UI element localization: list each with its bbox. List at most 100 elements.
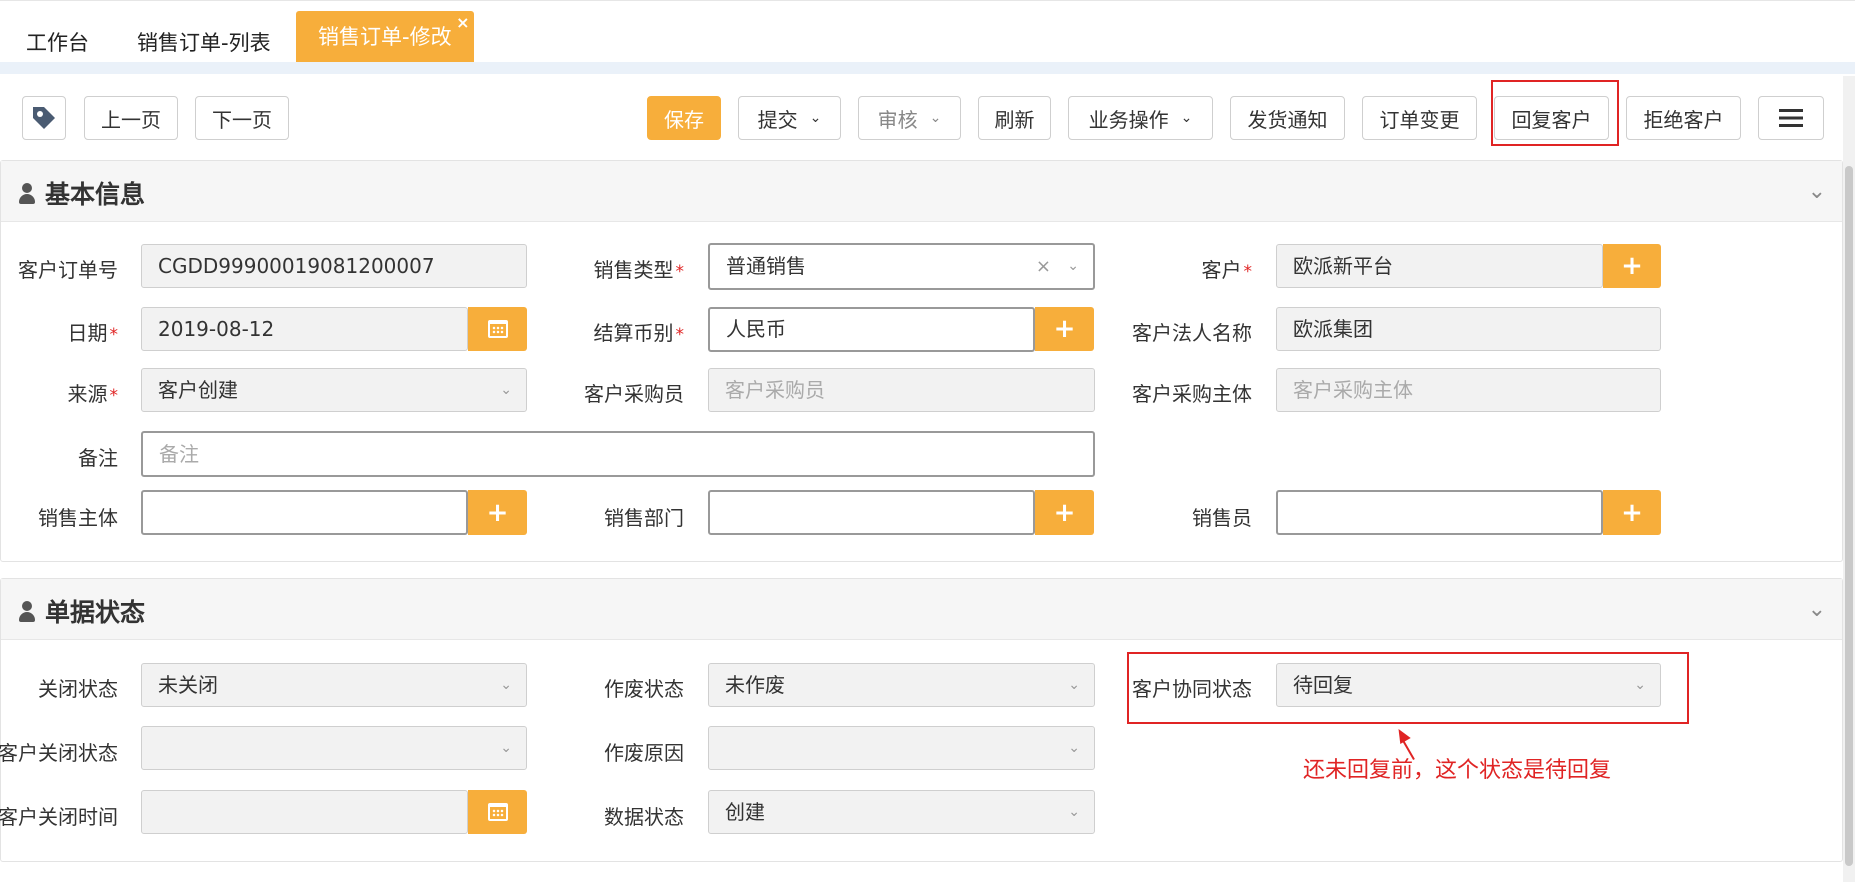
customer-field[interactable]: 欧派新平台 — [1276, 244, 1603, 288]
annotation-text: 还未回复前，这个状态是待回复 — [1303, 758, 1612, 783]
salesman-field[interactable] — [1276, 490, 1603, 535]
submit-label: 提交 — [757, 107, 798, 132]
cust-close-time-picker-button[interactable] — [468, 790, 527, 834]
plus-icon: + — [1621, 251, 1643, 281]
scrollbar[interactable] — [1843, 76, 1855, 882]
cust-close-status-label: 客户关闭状态 — [0, 741, 118, 765]
save-button[interactable]: 保存 — [647, 96, 721, 140]
date-field[interactable]: 2019-08-12 — [141, 307, 468, 351]
tab-sales-order-list[interactable]: 销售订单-列表 — [137, 27, 271, 57]
chevron-down-icon: ⌄ — [500, 740, 512, 756]
customer-order-no-label: 客户订单号 — [18, 258, 118, 282]
sales-dept-field[interactable] — [708, 490, 1035, 535]
document-status-header[interactable]: 单据状态 ⌄ — [1, 579, 1842, 640]
user-icon — [19, 601, 35, 623]
chevron-down-icon: ⌄ — [500, 677, 512, 693]
tab-strip — [0, 62, 1855, 74]
cust-close-status-select[interactable]: ⌄ — [141, 726, 527, 770]
remark-placeholder: 备注 — [159, 442, 199, 466]
salesman-label: 销售员 — [1192, 506, 1252, 530]
business-label: 业务操作 — [1088, 107, 1169, 132]
chevron-down-icon: ⌄ — [1180, 110, 1193, 126]
reject-customer-button[interactable]: 拒绝客户 — [1626, 96, 1741, 140]
currency-field[interactable]: 人民币 — [708, 307, 1035, 352]
add-customer-button[interactable]: + — [1603, 244, 1661, 288]
sales-type-label: 销售类型 * — [593, 258, 685, 282]
hamburger-icon — [1779, 109, 1803, 127]
customer-label: 客户 * — [1201, 258, 1253, 282]
plus-icon: + — [1621, 497, 1643, 528]
tab-sales-order-edit[interactable]: 销售订单-修改 × — [296, 11, 474, 63]
chevron-down-icon[interactable]: ⌄ — [1808, 179, 1826, 204]
audit-label: 审核 — [877, 107, 918, 132]
plus-icon: + — [486, 497, 509, 528]
tag-button[interactable] — [22, 96, 66, 140]
plus-icon: + — [1053, 497, 1076, 528]
buyer-placeholder: 客户采购员 — [725, 378, 825, 402]
close-status-label: 关闭状态 — [38, 677, 118, 701]
source-value: 客户创建 — [158, 378, 238, 402]
section-title: 单据状态 — [45, 598, 146, 627]
currency-label: 结算币别 * — [593, 321, 685, 345]
chevron-down-icon: ⌄ — [809, 110, 822, 126]
tab-label: 销售订单-修改 — [318, 25, 452, 49]
menu-button[interactable] — [1758, 96, 1824, 140]
order-change-button[interactable]: 订单变更 — [1362, 96, 1477, 140]
chevron-down-icon: ⌄ — [929, 110, 942, 126]
next-page-button[interactable]: 下一页 — [195, 96, 289, 140]
add-sales-entity-button[interactable]: + — [468, 490, 527, 535]
sales-type-select[interactable]: 普通销售 × ⌄ — [708, 243, 1095, 290]
chevron-down-icon: ⌄ — [500, 382, 512, 398]
buyer-field[interactable]: 客户采购员 — [708, 368, 1095, 412]
ship-notice-button[interactable]: 发货通知 — [1230, 96, 1345, 140]
cust-close-time-field[interactable] — [141, 790, 468, 834]
remark-input[interactable]: 备注 — [141, 431, 1095, 477]
buyer-label: 客户采购员 — [584, 382, 684, 406]
audit-button[interactable]: 审核 ⌄ — [858, 96, 961, 140]
refresh-button[interactable]: 刷新 — [978, 96, 1051, 140]
clear-icon[interactable]: × — [1036, 245, 1051, 288]
void-status-select[interactable]: 未作废 ⌄ — [708, 663, 1095, 707]
add-salesman-button[interactable]: + — [1603, 490, 1661, 535]
legal-name-field[interactable]: 欧派集团 — [1276, 307, 1661, 351]
purchase-entity-label: 客户采购主体 — [1132, 382, 1252, 406]
submit-button[interactable]: 提交 ⌄ — [738, 96, 841, 140]
sales-dept-label: 销售部门 — [604, 506, 684, 530]
prev-page-button[interactable]: 上一页 — [84, 96, 178, 140]
chevron-down-icon: ⌄ — [1068, 677, 1080, 693]
business-operation-button[interactable]: 业务操作 ⌄ — [1068, 96, 1213, 140]
sales-entity-label: 销售主体 — [38, 506, 118, 530]
calendar-icon — [487, 320, 508, 338]
purchase-entity-placeholder: 客户采购主体 — [1293, 378, 1413, 402]
chevron-down-icon: ⌄ — [1068, 740, 1080, 756]
user-icon — [19, 183, 35, 205]
remark-label: 备注 — [78, 446, 118, 470]
scrollbar-thumb[interactable] — [1845, 166, 1853, 866]
date-picker-button[interactable] — [468, 307, 527, 351]
reply-customer-highlight — [1491, 80, 1619, 146]
void-reason-select[interactable]: ⌄ — [708, 726, 1095, 770]
data-status-value: 创建 — [725, 800, 765, 824]
add-currency-button[interactable]: + — [1035, 307, 1094, 351]
data-status-label: 数据状态 — [604, 805, 684, 829]
close-status-select[interactable]: 未关闭 ⌄ — [141, 663, 527, 707]
plus-icon: + — [1053, 314, 1076, 344]
customer-order-no-field[interactable]: CGDD99900019081200007 — [141, 244, 527, 288]
sales-type-value: 普通销售 — [726, 254, 806, 278]
chevron-down-icon: ⌄ — [1068, 804, 1080, 820]
date-label: 日期 * — [67, 321, 119, 345]
tag-icon — [33, 107, 55, 129]
purchase-entity-field[interactable]: 客户采购主体 — [1276, 368, 1661, 412]
tab-workbench[interactable]: 工作台 — [26, 27, 89, 57]
tab-bar: 工作台 销售订单-列表 销售订单-修改 × — [0, 0, 1855, 63]
section-title: 基本信息 — [45, 180, 146, 209]
chevron-down-icon[interactable]: ⌄ — [1808, 597, 1826, 622]
sales-entity-field[interactable] — [141, 490, 468, 535]
close-icon[interactable]: × — [456, 0, 469, 49]
basic-info-header[interactable]: 基本信息 ⌄ — [1, 161, 1842, 222]
data-status-select[interactable]: 创建 ⌄ — [708, 790, 1095, 834]
close-status-value: 未关闭 — [158, 673, 218, 697]
source-select[interactable]: 客户创建 ⌄ — [141, 368, 527, 412]
add-sales-dept-button[interactable]: + — [1035, 490, 1094, 535]
legal-name-label: 客户法人名称 — [1132, 321, 1252, 345]
